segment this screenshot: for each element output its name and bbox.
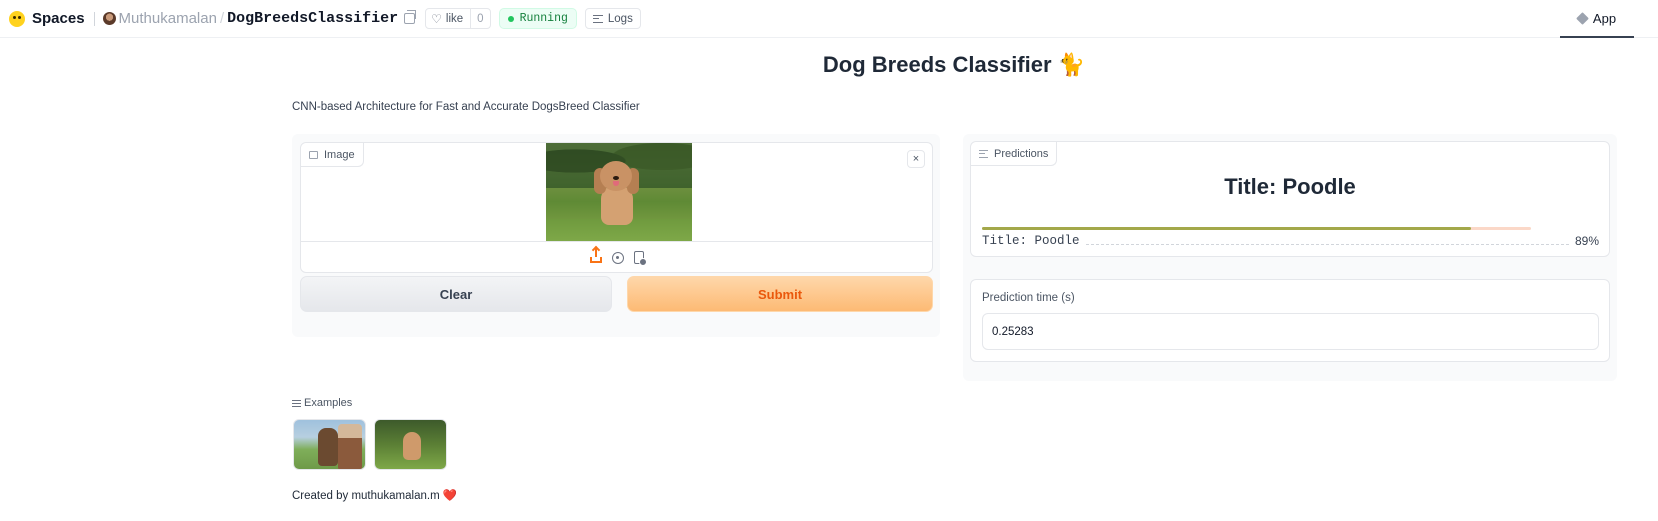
prediction-time-field[interactable]: 0.25283 <box>982 313 1599 350</box>
remove-image-button[interactable]: × <box>907 150 925 168</box>
logs-icon <box>592 14 603 23</box>
cube-icon <box>1576 11 1589 25</box>
spaces-link[interactable]: Spaces <box>32 10 85 27</box>
examples-label-text: Examples <box>304 397 353 409</box>
predictions-output: Predictions Title: Poodle Title: Poodle … <box>970 141 1610 257</box>
repo-name-link[interactable]: DogBreedsClassifier <box>227 10 398 27</box>
status-text: Running <box>519 12 568 25</box>
owner-avatar[interactable] <box>102 12 116 25</box>
example-thumbnail-2[interactable] <box>374 419 447 470</box>
path-separator: / <box>219 10 225 27</box>
image-source-toolbar <box>301 241 932 273</box>
examples-label: Examples <box>292 397 352 409</box>
copy-icon[interactable] <box>404 10 417 24</box>
example-2-dog <box>403 432 421 460</box>
credits-text: Created by muthukamalan.m <box>292 490 440 502</box>
owner-link[interactable]: Muthukamalan <box>119 10 217 27</box>
confidence-bar-track <box>982 227 1531 230</box>
logs-button[interactable]: Logs <box>584 8 641 29</box>
clear-button[interactable]: Clear <box>300 276 612 312</box>
credits: Created by muthukamalan.m ❤️ <box>292 488 457 502</box>
prediction-time-output: Prediction time (s) 0.25283 <box>970 279 1610 362</box>
predictions-label-text: Predictions <box>994 147 1049 160</box>
example-1-dog <box>318 428 338 466</box>
image-icon <box>309 150 318 159</box>
prediction-time-label: Prediction time (s) <box>982 292 1075 304</box>
input-panel: Image × Clear Submit <box>292 134 940 337</box>
dog-nose <box>613 176 619 180</box>
page-title-text: Dog Breeds Classifier <box>822 52 1052 77</box>
like-label: like <box>445 12 464 25</box>
tab-app-label: App <box>1592 10 1617 26</box>
confidence-label: Title: Poodle <box>982 234 1080 248</box>
cat-emoji-icon: 🐈 <box>1057 52 1086 77</box>
example-thumbnail-1[interactable] <box>293 419 366 470</box>
output-panel: Predictions Title: Poodle Title: Poodle … <box>963 134 1617 381</box>
status-badge[interactable]: Running <box>498 8 577 29</box>
top-bar: Spaces Muthukamalan / DogBreedsClassifie… <box>0 0 1658 38</box>
webcam-icon[interactable] <box>611 251 624 264</box>
status-dot-icon <box>507 15 514 22</box>
huggingface-logo-icon[interactable] <box>9 10 25 27</box>
logs-label: Logs <box>607 12 633 25</box>
top-prediction: Title: Poodle <box>1224 174 1356 199</box>
list-icon <box>292 399 301 407</box>
divider <box>93 11 95 26</box>
like-count[interactable]: 0 <box>470 9 489 28</box>
like-label-wrap: ♡ like <box>426 12 470 26</box>
upload-icon[interactable] <box>589 248 602 263</box>
heart-icon: ♡ <box>431 11 442 26</box>
tab-app[interactable]: App <box>1560 0 1634 38</box>
predictions-block-label: Predictions <box>971 142 1058 166</box>
submit-button[interactable]: Submit <box>627 276 933 312</box>
image-label-text: Image <box>324 148 355 161</box>
confidence-bar-fill <box>982 227 1471 230</box>
example-1-person <box>338 424 362 469</box>
page-description: CNN-based Architecture for Fast and Accu… <box>292 101 640 113</box>
heart-emoji-icon: ❤️ <box>442 490 458 502</box>
clipboard-icon[interactable] <box>633 251 647 266</box>
label-icon <box>979 149 988 158</box>
like-button[interactable]: ♡ like 0 <box>425 8 491 29</box>
image-block-label: Image <box>301 143 364 167</box>
page-title: Dog Breeds Classifier 🐈 <box>0 52 1658 78</box>
image-input[interactable]: Image × <box>300 142 933 273</box>
confidence-percent: 89% <box>1574 234 1599 248</box>
confidence-leader <box>1085 237 1569 245</box>
confidence-row[interactable]: Title: Poodle 89% <box>982 234 1599 248</box>
uploaded-dog-image <box>546 143 692 241</box>
